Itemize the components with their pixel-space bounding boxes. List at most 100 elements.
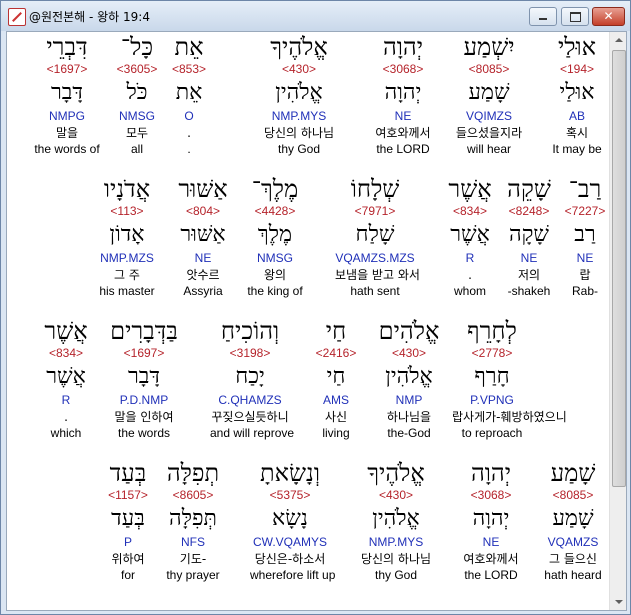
- window-title: @원전본해 - 왕하 19:4: [29, 10, 150, 24]
- korean-gloss: 위하여: [111, 552, 145, 566]
- word-block[interactable]: אֱלֹהֶיךָ <430> אֱלֹהִין NMP.MYS 당신의 하나님 thy …: [356, 458, 436, 583]
- strong-number: <1697>: [123, 346, 165, 360]
- lemma-word: אֱלֹהִין: [385, 364, 433, 389]
- lemma-word: חָרַף: [474, 364, 510, 389]
- strong-number: <1157>: [108, 488, 148, 502]
- hebrew-word: לְחָרֵף: [467, 317, 517, 345]
- english-gloss: the-God: [387, 426, 431, 440]
- word-block[interactable]: שָׁמַע <8085> שָׁמַע VQAMZS 그 들으신 hath heard: [533, 458, 613, 583]
- english-gloss: the words of: [34, 142, 100, 156]
- korean-gloss: 하나님을: [386, 410, 432, 424]
- lemma-word: שָׁלַח: [355, 222, 395, 247]
- word-block[interactable]: דִּבְרֵי <1697> דָּבָר NMPG 말을 the words of: [27, 32, 107, 157]
- word-block[interactable]: כָּל־ <3605> כֹּל NMSG 모두 all: [97, 32, 177, 157]
- morphology-code: NMPG: [49, 109, 85, 123]
- word-block[interactable]: יְהוָה <3068> יְהוָה NE 여호와께서 the LORD: [451, 458, 531, 583]
- word-block[interactable]: שְׁלָחוֹ <7971> שָׁלַח VQAMZS.MZS 보냄을 받고 와서 h…: [335, 174, 420, 299]
- english-gloss: the LORD: [464, 568, 518, 582]
- hebrew-word: אֱלֹהֶיךָ: [270, 33, 328, 61]
- morphology-code: NMSG: [257, 251, 293, 265]
- hebrew-word: אֲשֶׁר: [448, 175, 492, 203]
- scroll-down-arrow-icon[interactable]: [610, 593, 626, 610]
- lemma-word: כֹּל: [126, 80, 148, 105]
- english-gloss: the words: [117, 426, 171, 440]
- hebrew-word: בַּדְּבָרִים: [110, 317, 178, 345]
- word-block[interactable]: לְחָרֵף <2778> חָרַף P.VPNG 랍사게가-훼방하였으니 to re…: [452, 316, 567, 441]
- morphology-code: VQIMZS: [465, 109, 512, 123]
- word-block[interactable]: אֲדֹנָיו <113> אָדוֹן NMP.MZS 그 주 his master: [87, 174, 167, 299]
- word-block[interactable]: יִשְׁמַע <8085> שָׁמַע VQIMZS 들으셨을지라 will hea…: [449, 32, 529, 157]
- word-block[interactable]: יְהוָה <3068> יְהוָה NE 여호와께서 the LORD: [363, 32, 443, 157]
- korean-gloss: .: [64, 410, 68, 424]
- title-bar[interactable]: @원전본해 - 왕하 19:4 ✕: [1, 1, 630, 31]
- lemma-word: דָּבָר: [51, 80, 83, 105]
- minimize-button[interactable]: [529, 7, 557, 26]
- word-block[interactable]: חַי <2416> חַי AMS 사신 living: [296, 316, 376, 441]
- lemma-word: מֶלֶךְ: [257, 222, 293, 247]
- morphology-code: NMSG: [119, 109, 155, 123]
- morphology-code: P.D.NMP: [119, 393, 169, 407]
- scroll-up-arrow-icon[interactable]: [610, 32, 626, 49]
- english-gloss: It may be: [552, 142, 602, 156]
- hebrew-word: חַי: [325, 317, 347, 345]
- lemma-word: אוּלַי: [559, 80, 595, 105]
- strong-number: <834>: [452, 204, 488, 218]
- hebrew-word: מֶלֶךְ־: [251, 175, 299, 203]
- hebrew-word: בְּעַד: [109, 459, 147, 487]
- maximize-icon: [570, 12, 581, 22]
- english-gloss: hath heard: [544, 568, 602, 582]
- morphology-code: VQAMZS: [547, 535, 599, 549]
- strong-number: <430>: [281, 62, 317, 76]
- hebrew-word: יִשְׁמַע: [463, 33, 515, 61]
- scrollbar-thumb[interactable]: [612, 50, 626, 487]
- minimize-icon: [539, 18, 547, 20]
- korean-gloss: 들으셨을지라: [455, 126, 523, 140]
- morphology-code: NMP: [395, 393, 423, 407]
- english-gloss: living: [322, 426, 350, 440]
- lemma-word: אֲשֶׁר: [46, 364, 86, 389]
- word-block[interactable]: מֶלֶךְ־ <4428> מֶלֶךְ NMSG 왕의 the king of: [235, 174, 315, 299]
- word-block[interactable]: אֲשֶׁר <834> אֲשֶׁר R. whom: [430, 174, 510, 299]
- strong-number: <834>: [48, 346, 84, 360]
- close-button[interactable]: ✕: [592, 7, 625, 26]
- hebrew-word: יְהוָה: [382, 33, 424, 61]
- morphology-code: NMP.MYS: [271, 109, 327, 123]
- lemma-word: יְהוָה: [472, 506, 510, 531]
- morphology-code: NE: [482, 535, 500, 549]
- korean-gloss: 당신의 하나님: [360, 552, 432, 566]
- strong-number: <3068>: [470, 488, 512, 502]
- maximize-button[interactable]: [561, 7, 589, 26]
- hebrew-word: וְהוֹכִיחַ: [220, 317, 280, 345]
- word-block[interactable]: אֲשֶׁר <834> אֲשֶׁר R. which: [26, 316, 106, 441]
- morphology-code: VQAMZS.MZS: [335, 251, 415, 265]
- interlinear-view[interactable]: אוּלַי <194> אוּלַי AB 혹시 It may be יִשְׁמַע <8…: [6, 31, 627, 611]
- lemma-word: שָׁמַע: [468, 80, 510, 105]
- word-block[interactable]: אֱלֹהֶיךָ <430> אֱלֹהִין NMP.MYS 당신의 하나님 thy …: [259, 32, 339, 157]
- word-block[interactable]: בַּדְּבָרִים <1697> דָּבָר P.D.NMP 말을 인하여 the…: [104, 316, 184, 441]
- app-icon[interactable]: [8, 8, 26, 26]
- english-gloss: all: [130, 142, 143, 156]
- korean-gloss: .: [468, 268, 472, 282]
- vertical-scrollbar[interactable]: [609, 32, 626, 610]
- morphology-code: R: [61, 393, 71, 407]
- morphology-code: AMS: [322, 393, 349, 407]
- word-block[interactable]: אֱלֹהִים <430> אֱלֹהִין NMP 하나님을 the-God: [369, 316, 449, 441]
- hebrew-word: אֱלֹהִים: [378, 317, 440, 345]
- english-gloss: to reproach: [461, 426, 523, 440]
- strong-number: <430>: [378, 488, 414, 502]
- word-block[interactable]: בְּעַד <1157> בְּעַד P 위하여 for: [88, 458, 168, 583]
- word-block[interactable]: וְנָשָׂאתָ <5375> נָשָׂא CW.VQAMYS 당신은-하소서 wh…: [250, 458, 335, 583]
- strong-number: <3198>: [229, 346, 271, 360]
- word-block[interactable]: אַשּׁוּר <804> אַשּׁוּר NE 앗수르 Assyria: [163, 174, 243, 299]
- english-gloss: thy God: [374, 568, 418, 582]
- strong-number: <430>: [391, 346, 427, 360]
- word-block[interactable]: וְהוֹכִיחַ <3198> יָכַח C.QHAMZS 꾸짖으실듯하니 and …: [210, 316, 294, 441]
- korean-gloss: 혹시: [565, 126, 589, 140]
- hebrew-word: אַשּׁוּר: [178, 175, 228, 203]
- korean-gloss: 당신은-하소서: [254, 552, 326, 566]
- strong-number: <3605>: [116, 62, 158, 76]
- english-gloss: hath sent: [350, 284, 400, 298]
- word-block[interactable]: אוּלַי <194> אוּלַי AB 혹시 It may be: [537, 32, 617, 157]
- english-gloss: will hear: [466, 142, 511, 156]
- lemma-word: אֲשֶׁר: [450, 222, 490, 247]
